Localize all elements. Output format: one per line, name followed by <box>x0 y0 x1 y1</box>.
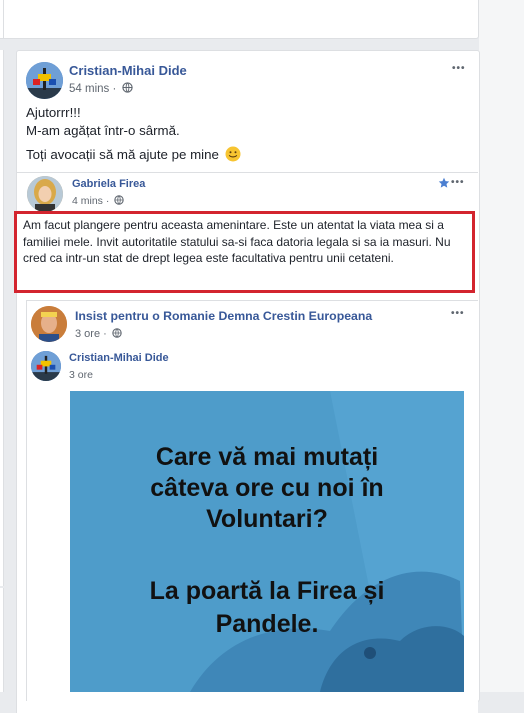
image-text-line: câteva ore cu noi în <box>150 474 384 502</box>
right-gutter <box>479 0 524 692</box>
previous-post-card <box>0 0 479 39</box>
globe-icon <box>114 195 124 205</box>
timestamp-text[interactable]: 4 mins · <box>72 195 112 207</box>
avatar-figure-icon <box>26 62 63 99</box>
author-name[interactable]: Cristian-Mihai Dide <box>69 63 187 78</box>
globe-icon <box>112 328 122 338</box>
inner-author-name[interactable]: Cristian-Mihai Dide <box>69 352 169 364</box>
post-text-line: Toți avocații să mă ajute pe mine <box>26 146 241 163</box>
nested-options-button[interactable]: ••• <box>451 309 465 319</box>
avatar-portrait-icon <box>31 306 67 342</box>
post-text-line: M-am agățat într-o sârmă. <box>26 123 180 138</box>
image-text-line: Voluntari? <box>206 505 328 533</box>
post-text-line: Ajutorrr!!! <box>26 105 81 120</box>
shared-options-button[interactable]: ••• <box>451 178 465 188</box>
timestamp-text[interactable]: 54 mins · <box>69 83 120 95</box>
post-timestamp[interactable]: 54 mins · <box>69 82 133 95</box>
post-image[interactable]: Care vă mai mutați câteva ore cu noi în … <box>70 391 464 692</box>
image-text-line: Care vă mai mutați <box>155 443 379 471</box>
page-name[interactable]: Insist pentru o Romanie Demna Crestin Eu… <box>75 309 372 323</box>
inner-timestamp[interactable]: 3 ore <box>69 369 93 381</box>
smile-emoji-icon <box>225 146 241 162</box>
shared-post-text: Am facut plangere pentru aceasta amenint… <box>23 218 451 266</box>
author-avatar[interactable] <box>26 62 63 99</box>
image-text-line: La poartă la Firea și <box>149 577 385 605</box>
shared-author-avatar[interactable] <box>27 176 63 212</box>
shared-author-name[interactable]: Gabriela Firea <box>72 178 145 190</box>
left-column-edge <box>0 588 4 692</box>
timestamp-text[interactable]: 3 ore · <box>75 328 110 340</box>
shared-timestamp[interactable]: 4 mins · <box>72 195 124 207</box>
post-options-button[interactable]: ••• <box>452 64 466 74</box>
page-avatar[interactable] <box>31 306 67 342</box>
left-column-edge <box>0 50 4 586</box>
image-text-line: Pandele. <box>215 610 319 638</box>
post-text: Toți avocații să mă ajute pe mine <box>26 147 219 162</box>
inner-author-avatar[interactable] <box>31 351 61 381</box>
page-timestamp[interactable]: 3 ore · <box>75 328 122 340</box>
globe-icon <box>121 82 133 93</box>
avatar-portrait-icon <box>27 176 63 212</box>
avatar-figure-icon <box>31 351 61 381</box>
left-column-edge <box>0 0 4 38</box>
image-background-shapes <box>190 391 464 692</box>
star-icon[interactable] <box>438 177 450 189</box>
